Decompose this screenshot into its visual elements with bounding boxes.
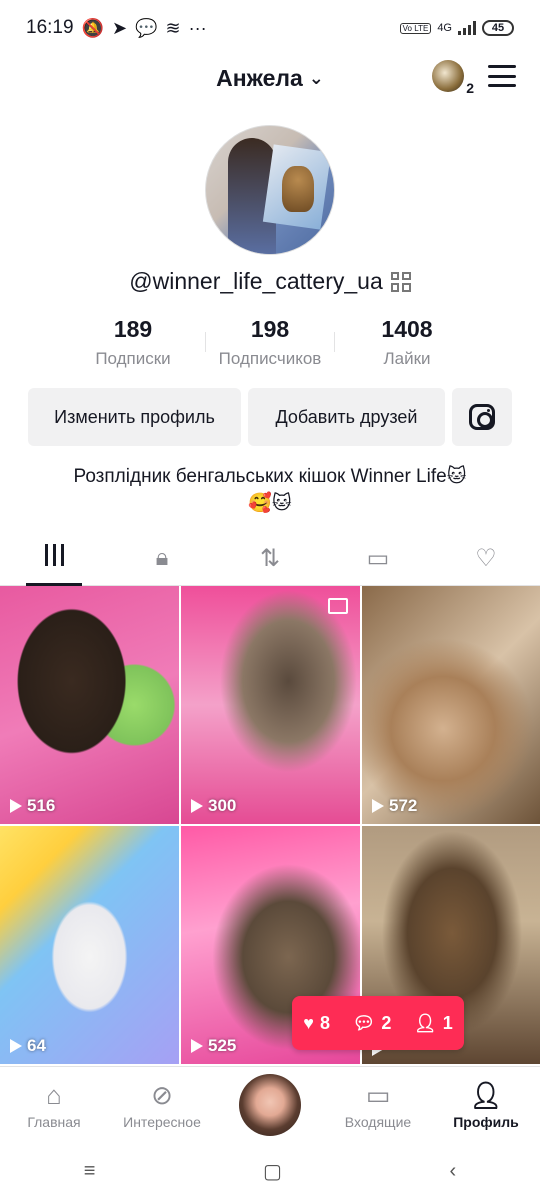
stat-followers[interactable]: 198 Подписчиков <box>205 316 335 369</box>
divider <box>334 332 335 352</box>
profile-bio: Розплідник бенгальських кішок Winner Lif… <box>0 463 540 517</box>
nav-home[interactable]: ⌂ Главная <box>0 1080 108 1130</box>
profile-avatar[interactable] <box>205 125 335 255</box>
rss-icon: ≋ <box>165 17 181 38</box>
signal-icon <box>458 21 476 35</box>
stat-likes[interactable]: 1408 Лайки <box>342 316 472 369</box>
activity-notification[interactable]: ♥ 8 💬︎ 2 👤︎ 1 <box>292 996 464 1050</box>
video-grid: 516 300 572 64 525 <box>0 586 540 1064</box>
create-avatar <box>239 1073 301 1136</box>
edit-profile-button[interactable]: Изменить профиль <box>28 388 241 446</box>
home-icon: ⌂ <box>46 1079 62 1110</box>
chat-icon: 💬 <box>135 17 158 38</box>
play-count: 64 <box>10 1036 46 1056</box>
inbox-icon: ▭ <box>365 1079 391 1110</box>
play-count: 572 <box>372 796 417 816</box>
heart-icon: ♥ <box>303 1012 314 1033</box>
lock-icon: 🔒︎ <box>155 544 169 571</box>
video-thumbnail[interactable]: 300 <box>181 586 360 824</box>
nav-discover[interactable]: ⊘ Интересное <box>108 1080 216 1130</box>
comment-icon: 💬︎ <box>352 1012 376 1033</box>
home-button-icon[interactable]: ▢ <box>263 1159 282 1184</box>
divider <box>205 332 206 352</box>
tab-favorites[interactable]: ▭ <box>324 538 432 585</box>
profile-actions: Изменить профиль Добавить друзей <box>28 388 512 446</box>
telegram-icon: ➤ <box>111 17 128 38</box>
network-label: 4G <box>437 22 452 34</box>
play-count: 525 <box>191 1036 236 1056</box>
followers-count: 1 <box>442 1012 453 1033</box>
video-thumbnail[interactable]: 572 <box>362 586 540 824</box>
bio-line: Розплідник бенгальських кішок Winner Lif… <box>73 466 467 487</box>
mute-icon: 🔕 <box>81 17 104 38</box>
back-icon[interactable]: ‹ <box>450 1160 457 1183</box>
likes-count: 8 <box>319 1012 330 1033</box>
top-bar: Анжела ⌄ 2 <box>0 56 540 100</box>
favorites-icon: ▭ <box>366 545 390 572</box>
liked-icon: ♡ <box>475 545 497 572</box>
profile-handle: @winner_life_cattery_ua <box>129 268 383 294</box>
instagram-icon <box>469 404 495 430</box>
tab-private[interactable]: 🔒︎ <box>108 538 216 585</box>
play-icon <box>191 1039 203 1053</box>
video-thumbnail[interactable]: 516 <box>0 586 179 824</box>
play-icon <box>372 799 384 813</box>
play-icon <box>10 799 22 813</box>
account-switcher[interactable]: Анжела ⌄ <box>216 65 324 92</box>
bio-line: 🥰🐱 <box>248 493 292 514</box>
compass-icon: ⊘ <box>151 1079 173 1110</box>
more-icon: ··· <box>188 17 207 38</box>
account-name: Анжела <box>216 64 303 91</box>
android-nav-bar: ≡ ▢ ‹ <box>0 1142 540 1200</box>
person-icon: 👤︎ <box>413 1012 437 1033</box>
volte-icon: Vo LTE <box>399 22 432 34</box>
play-count: 516 <box>10 796 55 816</box>
handle-row: @winner_life_cattery_ua <box>0 268 540 295</box>
tab-reposts[interactable]: ⇅ <box>216 538 324 585</box>
nav-create[interactable] <box>216 1073 324 1136</box>
chevron-down-icon: ⌄ <box>308 67 324 88</box>
instagram-button[interactable] <box>452 388 512 446</box>
video-thumbnail[interactable]: 64 <box>0 826 179 1064</box>
content-tabs: 🔒︎ ⇅ ▭ ♡ <box>0 538 540 586</box>
notification-count: 2 <box>466 80 474 96</box>
status-time: 16:19 <box>26 17 74 38</box>
profile-stats: 189 Подписки 198 Подписчиков 1408 Лайки <box>68 316 472 369</box>
profile-icon: 👤︎ <box>469 1079 503 1110</box>
battery-icon: 45 <box>482 20 514 36</box>
add-friends-button[interactable]: Добавить друзей <box>248 388 445 446</box>
repost-icon: ⇅ <box>259 545 281 572</box>
recent-apps-icon[interactable]: ≡ <box>84 1160 96 1183</box>
bottom-nav: ⌂ Главная ⊘ Интересное ▭ Входящие 👤︎ Про… <box>0 1066 540 1142</box>
play-count: 300 <box>191 796 236 816</box>
status-bar: 16:19 🔕 ➤ 💬 ≋ ··· Vo LTE 4G 45 <box>0 0 540 56</box>
tab-liked[interactable]: ♡ <box>432 538 540 585</box>
nav-inbox[interactable]: ▭ Входящие <box>324 1080 432 1130</box>
stat-following[interactable]: 189 Подписки <box>68 316 198 369</box>
videos-icon <box>44 544 64 566</box>
notifications-avatar-icon[interactable]: 2 <box>432 60 474 96</box>
play-icon <box>10 1039 22 1053</box>
tab-videos[interactable] <box>0 538 108 586</box>
qr-code-icon[interactable] <box>390 271 411 292</box>
play-icon <box>191 799 203 813</box>
menu-icon[interactable] <box>488 65 516 87</box>
comments-count: 2 <box>381 1012 392 1033</box>
nav-profile[interactable]: 👤︎ Профиль <box>432 1080 540 1130</box>
photo-icon <box>328 598 348 614</box>
